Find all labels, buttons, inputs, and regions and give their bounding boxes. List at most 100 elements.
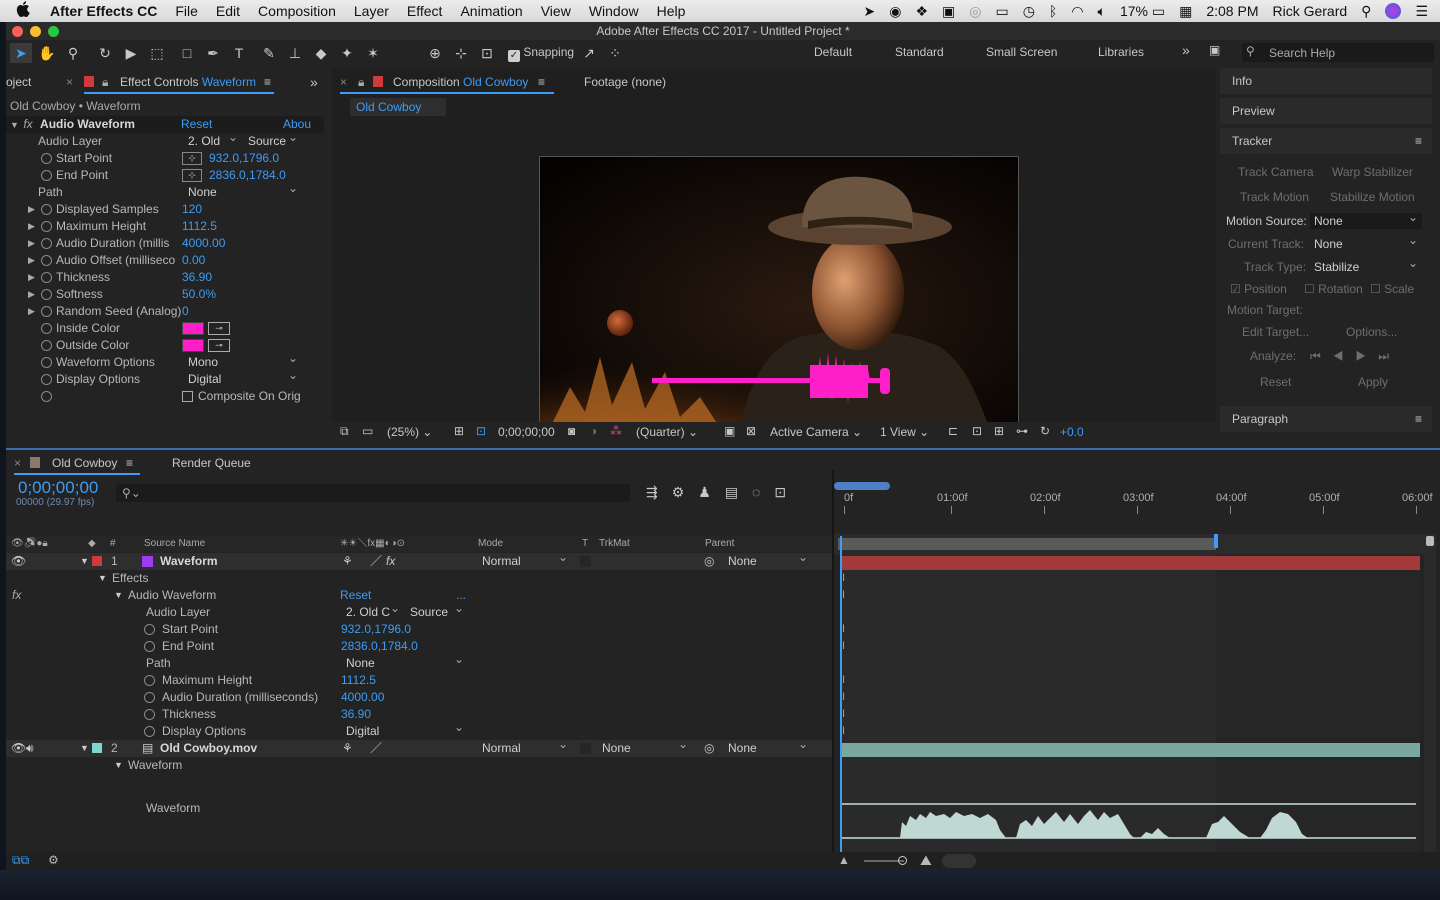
panel-menu-icon[interactable]: ≡ (264, 70, 271, 94)
audio-layer-dropdown[interactable]: 2. Old (182, 129, 242, 149)
stopwatch-icon[interactable] (144, 709, 155, 720)
edit-target-button[interactable]: Edit Target... (1242, 325, 1309, 339)
position-checkbox[interactable]: ☑ Position (1230, 282, 1287, 296)
exposure-value[interactable]: +0.0 (1060, 425, 1084, 439)
toggle-switches-icon[interactable]: ⧉⧉ (12, 853, 29, 868)
trkmat-dropdown[interactable]: None (598, 736, 692, 756)
keyframe-marker[interactable]: I (842, 640, 845, 652)
shy-switch-icon[interactable]: ⚘ (342, 553, 353, 570)
ec-row-audio-offset-milliseco[interactable]: ▶ Audio Offset (milliseco 0.00 (6, 252, 324, 269)
rectangle-tool-icon[interactable]: □ (176, 43, 198, 63)
resolution-dropdown[interactable]: (Quarter) ⌄ (636, 425, 698, 439)
analyze-buttons[interactable]: ⏮◀▶⏭ (1310, 349, 1401, 364)
panel-overflow-icon[interactable]: » (310, 70, 318, 94)
ec-row-random-seed-analog[interactable]: ▶ Random Seed (Analog) 0 (6, 303, 324, 320)
user-name[interactable]: Rick Gerard (1272, 3, 1347, 19)
keyframe-marker[interactable]: I (842, 691, 845, 703)
menu-window[interactable]: Window (589, 3, 639, 19)
timeline-icon[interactable]: ⊞ (994, 424, 1004, 438)
expand-triangle-icon[interactable]: ▶ (28, 218, 38, 235)
expand-triangle-icon[interactable]: ▼ (114, 757, 123, 774)
view-layout-dropdown[interactable]: 1 View ⌄ (880, 425, 929, 439)
effect-controls-tab[interactable]: Effect Controls Waveform (120, 70, 256, 94)
disk-icon[interactable]: ◎ (969, 3, 981, 20)
property-dropdown[interactable]: None (342, 651, 468, 671)
current-track-dropdown[interactable]: None (1314, 232, 1422, 252)
selection-tool-icon[interactable]: ➤ (10, 43, 32, 63)
effect-property-row[interactable]: Path None (6, 651, 834, 672)
eyedropper-icon[interactable]: ⊸ (208, 339, 230, 352)
ec-row-outside-color[interactable]: Outside Color ⊸ (6, 337, 324, 354)
track-camera-button[interactable]: Track Camera (1238, 165, 1314, 179)
col-trkmat[interactable]: TrkMat (599, 536, 630, 552)
fast-draft-icon[interactable]: ⊡ (972, 424, 982, 438)
motion-source-dropdown[interactable]: None (1310, 209, 1422, 229)
ec-row-inside-color[interactable]: Inside Color ⊸ (6, 320, 324, 337)
layer-1-duration-bar[interactable] (840, 556, 1420, 570)
ec-row-audio-duration-millis[interactable]: ▶ Audio Duration (millis 4000.00 (6, 235, 324, 252)
parent-dropdown[interactable]: None (724, 736, 812, 756)
zoom-out-timeline-icon[interactable]: ▲ (838, 853, 850, 867)
layer-row-2[interactable]: 👁︎🔊︎ ▼ 2 ▤ Old Cowboy.mov ⚘ ／ Normal None ◎ None (6, 736, 834, 757)
keyframe-marker[interactable]: I (842, 623, 845, 635)
creative-cloud-icon[interactable]: ◉ (889, 3, 901, 20)
zoom-in-timeline-icon[interactable]: ⛰ (920, 852, 932, 869)
menu-help[interactable]: Help (657, 3, 686, 19)
ec-prop-value[interactable]: 0.00 (182, 252, 205, 269)
ec-row-audio-layer[interactable]: Audio Layer 2. OldSource (6, 129, 324, 150)
effect-property-row[interactable]: Display Options Digital (6, 719, 834, 740)
av-features-icons[interactable]: 👁︎🔊︎●🔒︎ (11, 536, 48, 552)
transparency-grid-icon[interactable]: ⊠ (746, 424, 756, 438)
info-panel-header[interactable]: Info (1220, 68, 1432, 94)
property-value[interactable]: 2836.0,1784.0 (341, 638, 418, 655)
time-ruler[interactable]: 0f 01:00f 02:00f 03:00f 04:00f 05:00f 06:00f (834, 478, 1433, 540)
preserve-transparency-toggle[interactable] (580, 556, 591, 567)
eraser-tool-icon[interactable]: ◆ (310, 43, 332, 63)
ec-prop-value[interactable]: 0 (182, 303, 189, 320)
effect-reset-link[interactable]: Reset (340, 587, 371, 604)
work-area-range[interactable] (838, 538, 1216, 550)
parent-pickwhip-icon[interactable]: ◎ (704, 740, 714, 757)
stopwatch-icon[interactable] (41, 170, 52, 181)
fx-toggle[interactable]: fx (23, 117, 32, 131)
ec-prop-value[interactable]: 120 (182, 201, 202, 218)
ec-prop-value[interactable]: 4000.00 (182, 235, 225, 252)
color-swatch[interactable] (182, 339, 204, 352)
layer-visibility-icon[interactable]: 👁︎ (11, 553, 26, 570)
current-time-indicator[interactable] (840, 536, 842, 866)
layer-row-1[interactable]: 👁︎ ▼ 1 Waveform ⚘ ／fx Normal ◎ None (6, 549, 834, 570)
snap-features-icon[interactable]: ⁘ (604, 43, 626, 63)
menu-animation[interactable]: Animation (460, 3, 522, 19)
layer-label-color[interactable] (92, 556, 102, 566)
effect-property-row[interactable]: Thickness 36.90 (6, 706, 834, 723)
col-source-name[interactable]: Source Name (144, 536, 205, 552)
options-button[interactable]: Options... (1346, 325, 1397, 339)
timeline-scrollbar[interactable] (1424, 534, 1436, 866)
render-queue-tab[interactable]: Render Queue (172, 451, 251, 475)
brush-tool-icon[interactable]: ✎ (258, 43, 280, 63)
shy-switch-icon[interactable]: ⚘ (342, 740, 353, 757)
show-snapshot-icon[interactable]: ◑ (590, 424, 597, 438)
property-value[interactable]: 932.0,1796.0 (341, 621, 411, 638)
stopwatch-icon[interactable] (41, 357, 52, 368)
stopwatch-icon[interactable] (41, 221, 52, 232)
effect-property-row[interactable]: Start Point 932.0,1796.0 (6, 621, 834, 638)
timeline-switch-icons[interactable]: ⇶⚙♟▤◌⊡ (646, 484, 800, 501)
property-value[interactable]: 4000.00 (341, 689, 384, 706)
timeline-search-field[interactable]: ⚲⌄ (116, 484, 630, 502)
stopwatch-icon[interactable] (41, 204, 52, 215)
notification-center-icon[interactable]: ☰ (1415, 3, 1428, 20)
reset-exposure-icon[interactable]: ↻ (1040, 424, 1050, 438)
time-machine-icon[interactable]: ◷ (1023, 3, 1035, 20)
region-of-interest-icon[interactable]: ⊡ (476, 424, 486, 438)
clone-stamp-tool-icon[interactable]: ⊥ (284, 43, 306, 63)
search-help-field[interactable]: ⚲ Search Help (1242, 43, 1434, 62)
keyframe-marker[interactable]: I (842, 674, 845, 686)
eyedropper-icon[interactable]: ⊸ (208, 322, 230, 335)
layer-visibility-icon[interactable]: 👁︎ (11, 740, 26, 757)
work-area-end-handle[interactable] (1214, 534, 1218, 548)
camera-dropdown[interactable]: Active Camera ⌄ (770, 425, 862, 439)
preview-panel-header[interactable]: Preview (1220, 98, 1432, 124)
comp-subtab[interactable]: Old Cowboy (350, 98, 446, 116)
ec-row-maximum-height[interactable]: ▶ Maximum Height 1112.5 (6, 218, 324, 235)
